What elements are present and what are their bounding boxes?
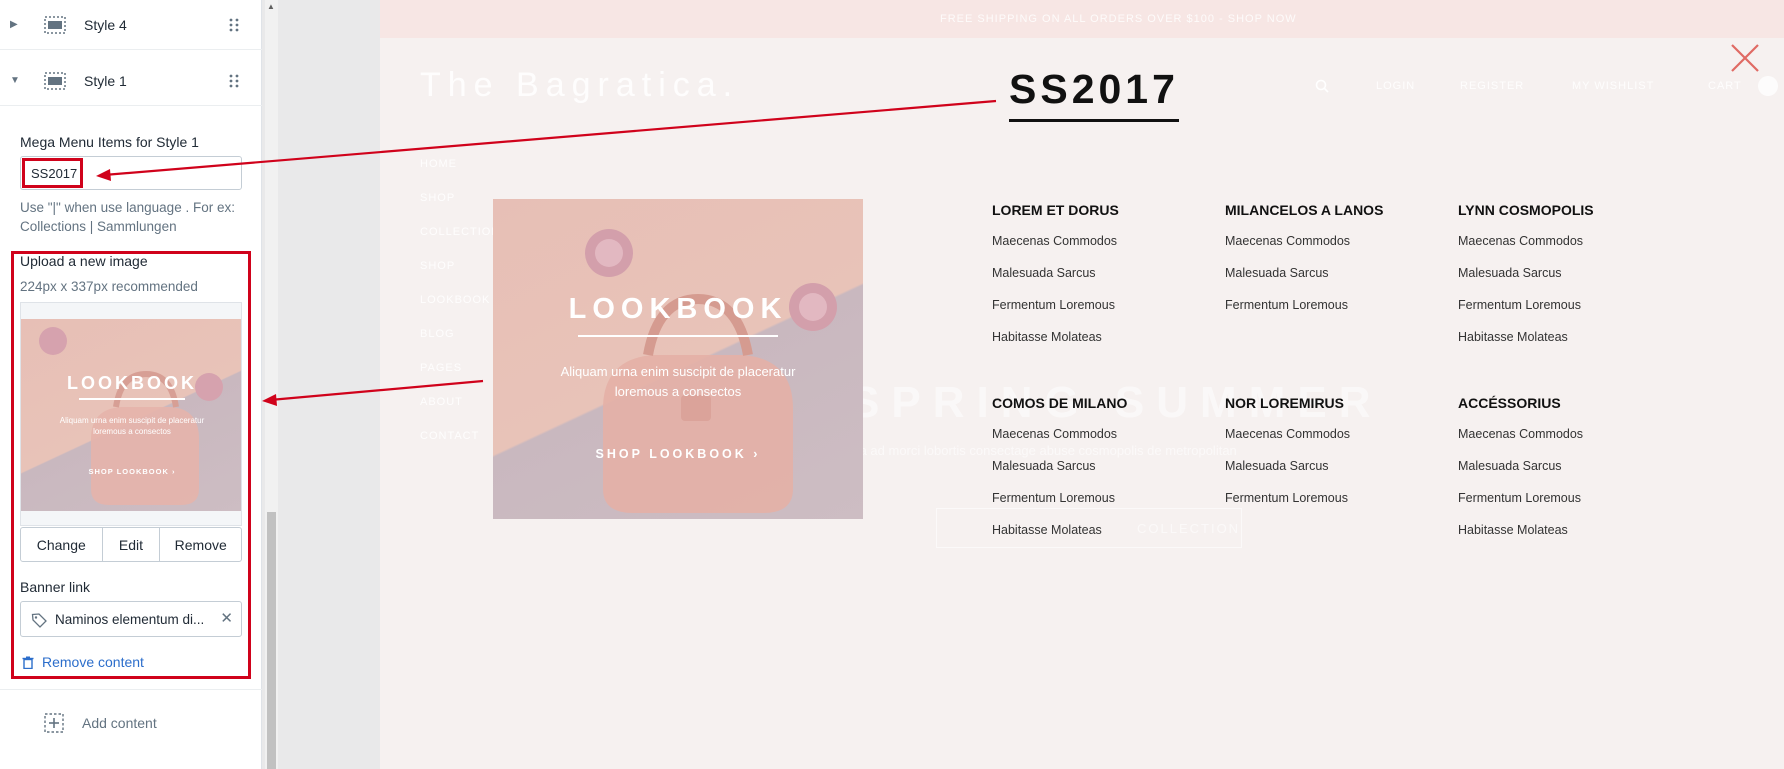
arrow-to-image-upload <box>262 379 484 406</box>
arrow-to-title-input <box>96 99 997 181</box>
annotation-arrows <box>96 99 997 406</box>
